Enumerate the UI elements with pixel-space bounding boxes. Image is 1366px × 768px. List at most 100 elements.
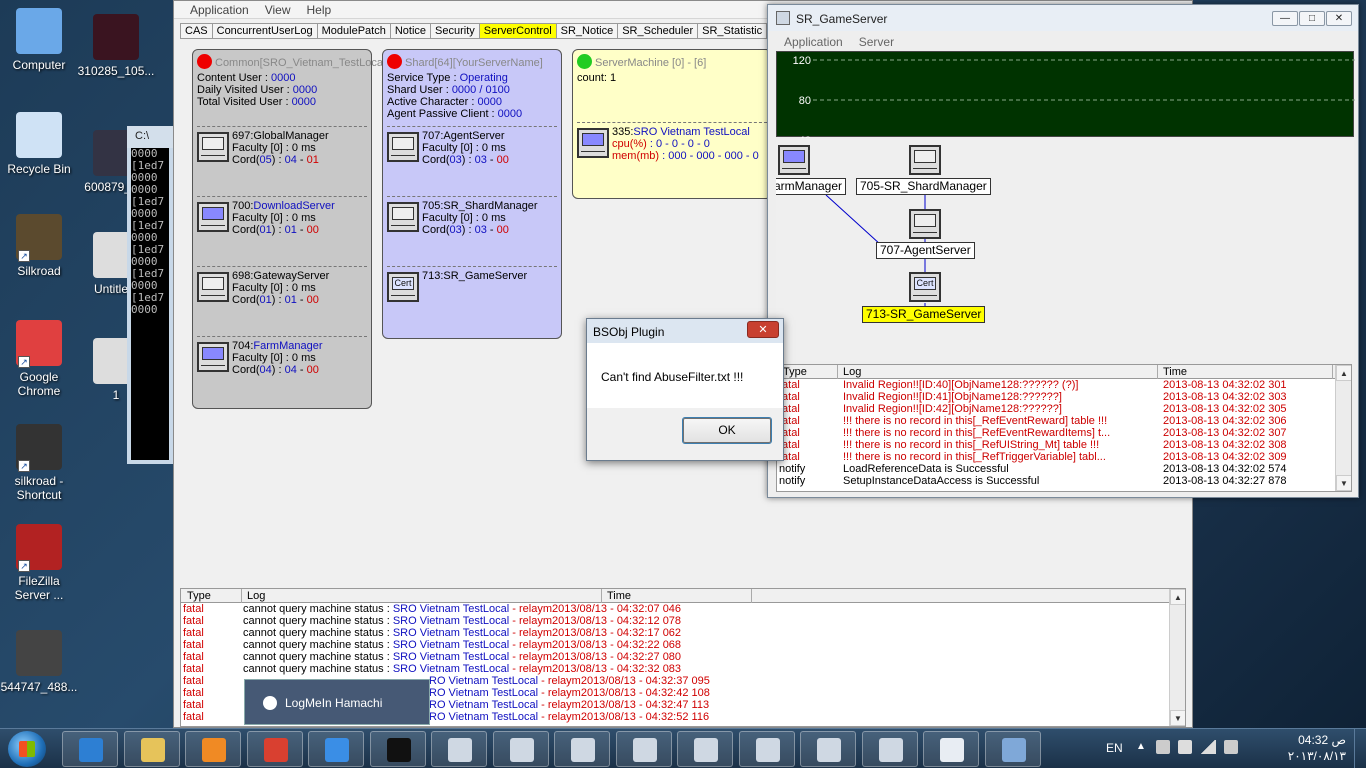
log-row[interactable]: fatal cannot query machine status : SRO V…: [181, 663, 1185, 675]
menu-item[interactable]: Application: [776, 33, 851, 51]
show-hidden-icons-icon[interactable]: ▲: [1136, 741, 1146, 752]
server-node[interactable]: 705:SR_ShardManager Faculty [0] : 0 ms Cor…: [387, 200, 557, 250]
desktop-icon[interactable]: ↗ Silkroad: [0, 214, 78, 278]
server-node[interactable]: 700:DownloadServer Faculty [0] : 0 ms Cord…: [197, 200, 367, 250]
chrome-taskbar-button[interactable]: [246, 731, 303, 767]
desktop-icon[interactable]: ↗ FileZilla Server ...: [0, 524, 78, 602]
col-time[interactable]: Time: [607, 590, 631, 602]
start-button[interactable]: [8, 731, 46, 767]
server-node[interactable]: 697:GlobalManager Faculty [0] : 0 ms Cord(…: [197, 130, 367, 180]
log-row[interactable]: notify LoadReferenceData is Successful 201…: [777, 463, 1351, 475]
menu-item[interactable]: View: [257, 1, 299, 19]
bsobj-plugin-dialog[interactable]: BSObj Plugin ✕ Can't find AbuseFilter.tx…: [586, 318, 784, 461]
col-type[interactable]: Type: [783, 366, 807, 378]
desktop-icon[interactable]: 544747_488...: [0, 630, 78, 694]
language-indicator[interactable]: EN: [1106, 741, 1123, 755]
volume-icon[interactable]: [1224, 740, 1238, 754]
tab-servercontrol[interactable]: ServerControl: [478, 23, 557, 38]
log-row[interactable]: fatal cannot query machine status : SRO V…: [181, 639, 1185, 651]
log-row[interactable]: fatal!!! there is no record in this[_Ref…: [777, 427, 1351, 439]
app-taskbar-button-3[interactable]: [554, 731, 610, 767]
log-row[interactable]: fatal Invalid Region!![ID:41][ObjName128:…: [777, 391, 1351, 403]
monitor-icon[interactable]: [909, 209, 941, 239]
scroll-down-icon[interactable]: ▼: [1170, 710, 1185, 726]
server-machine-panel[interactable]: ServerMachine [0] - [6] count: 1 335:SRO…: [572, 49, 772, 199]
network-icon[interactable]: [1156, 740, 1170, 754]
log-row[interactable]: notify SetupInstanceDataAccess is Success…: [777, 475, 1351, 487]
server-diagram[interactable]: Cert armManager 705-SR_ShardManager 707-…: [776, 139, 1354, 361]
console-title[interactable]: C:\: [127, 126, 173, 148]
desktop-icon[interactable]: Computer: [0, 8, 78, 72]
scroll-up-icon[interactable]: ▲: [1336, 365, 1351, 381]
log-row[interactable]: fatal!!! there is no record in this[_Ref…: [777, 451, 1351, 463]
desktop-icon[interactable]: Recycle Bin: [0, 112, 78, 176]
desktop-icon[interactable]: ↗ silkroad - Shortcut: [0, 424, 78, 502]
menu-item[interactable]: Application: [182, 1, 257, 19]
machine-node[interactable]: 335:SRO Vietnam TestLocal cpu(%) : 0 - 0…: [577, 126, 777, 176]
maximize-button[interactable]: □: [1299, 11, 1325, 26]
dialog-close-button[interactable]: ✕: [747, 321, 779, 338]
server-node[interactable]: 704:FarmManager Faculty [0] : 0 ms Cord(04…: [197, 340, 367, 390]
monitor-icon[interactable]: [778, 145, 810, 175]
cert-monitor-icon[interactable]: Cert: [909, 272, 941, 302]
log-scrollbar[interactable]: ▲ ▼: [1169, 589, 1185, 726]
server-node[interactable]: 707:AgentServer Faculty [0] : 0 ms Cord(03…: [387, 130, 557, 180]
paint-taskbar-button[interactable]: [984, 731, 1041, 767]
diagram-node-agentserver[interactable]: 707-AgentServer: [876, 242, 975, 259]
hamachi-taskbar-button[interactable]: [308, 731, 364, 767]
diagram-node-farmmanager[interactable]: armManager: [776, 178, 847, 195]
desktop-icon[interactable]: ↗ Google Chrome: [0, 320, 78, 398]
tab-notice[interactable]: Notice: [389, 23, 432, 38]
log-row[interactable]: fatal cannot query machine status : SRO V…: [181, 615, 1185, 627]
gameserver-titlebar[interactable]: SR_GameServer — □ ✕: [768, 5, 1358, 31]
scroll-down-icon[interactable]: ▼: [1336, 475, 1351, 491]
desktop-icon[interactable]: 310285_105...: [77, 14, 155, 78]
log-row[interactable]: fatal!!! there is no record in this[_Ref…: [777, 415, 1351, 427]
clock-time[interactable]: 04:32 ص: [1298, 733, 1346, 747]
gs-log-scrollbar[interactable]: ▲ ▼: [1335, 365, 1351, 491]
col-type[interactable]: Type: [187, 590, 211, 602]
media-player-taskbar-button[interactable]: [185, 731, 241, 767]
action-center-icon[interactable]: [1178, 740, 1192, 754]
explorer-taskbar-button[interactable]: [123, 731, 180, 767]
common-panel[interactable]: Common[SRO_Vietnam_TestLocal] Content Us…: [192, 49, 388, 409]
menu-item[interactable]: Server: [851, 33, 902, 51]
ie-taskbar-button[interactable]: [62, 731, 118, 767]
notepad-taskbar-button[interactable]: [923, 731, 979, 767]
ok-button[interactable]: OK: [682, 417, 772, 444]
tab-sr_scheduler[interactable]: SR_Scheduler: [617, 23, 699, 38]
col-time[interactable]: Time: [1163, 366, 1187, 378]
server-node[interactable]: 698:GatewayServer Faculty [0] : 0 ms Cord(…: [197, 270, 367, 320]
app-taskbar-button-5[interactable]: [677, 731, 733, 767]
log-row[interactable]: fatal Invalid Region!![ID:40][ObjName128:…: [777, 379, 1351, 391]
server-node[interactable]: Cert 713:SR_GameServer: [387, 270, 557, 320]
log-row[interactable]: fatal Invalid Region!![ID:42][ObjName128:…: [777, 403, 1351, 415]
menu-item[interactable]: Help: [299, 1, 340, 19]
app-taskbar-button-7[interactable]: [800, 731, 856, 767]
gameserver-window[interactable]: SR_GameServer — □ ✕ Application Server 12…: [767, 4, 1359, 498]
app-taskbar-button-2[interactable]: [492, 731, 549, 767]
tab-modulepatch[interactable]: ModulePatch: [316, 23, 391, 38]
log-row[interactable]: fatal cannot query machine status : SRO V…: [181, 627, 1185, 639]
tab-sr_notice[interactable]: SR_Notice: [555, 23, 619, 38]
shard-panel[interactable]: Shard[64][YourServerName] Service Type :…: [382, 49, 562, 339]
tab-sr_statistic[interactable]: SR_Statistic: [697, 23, 768, 38]
scroll-up-icon[interactable]: ▲: [1170, 589, 1185, 605]
dialog-titlebar[interactable]: BSObj Plugin ✕: [587, 319, 783, 343]
cmd-taskbar-button[interactable]: [369, 731, 426, 767]
log-row[interactable]: fatal cannot query machine status : SRO V…: [181, 603, 1185, 615]
app-taskbar-button-1[interactable]: [431, 731, 487, 767]
tab-concurrentuserlog[interactable]: ConcurrentUserLog: [211, 23, 318, 38]
monitor-icon[interactable]: [909, 145, 941, 175]
log-row[interactable]: fatal!!! there is no record in this[_Ref…: [777, 439, 1351, 451]
tab-security[interactable]: Security: [430, 23, 480, 38]
show-desktop-button[interactable]: [1354, 729, 1366, 768]
log-row[interactable]: fatal cannot query machine status : SRO V…: [181, 651, 1185, 663]
col-log[interactable]: Log: [843, 366, 861, 378]
app-taskbar-button-6[interactable]: [738, 731, 795, 767]
app-taskbar-button-8[interactable]: [861, 731, 918, 767]
clock-date[interactable]: ٢٠١٣/٠٨/١٣: [1288, 749, 1346, 763]
minimize-button[interactable]: —: [1272, 11, 1298, 26]
signal-icon[interactable]: [1200, 740, 1216, 754]
app-taskbar-button-4[interactable]: [615, 731, 672, 767]
